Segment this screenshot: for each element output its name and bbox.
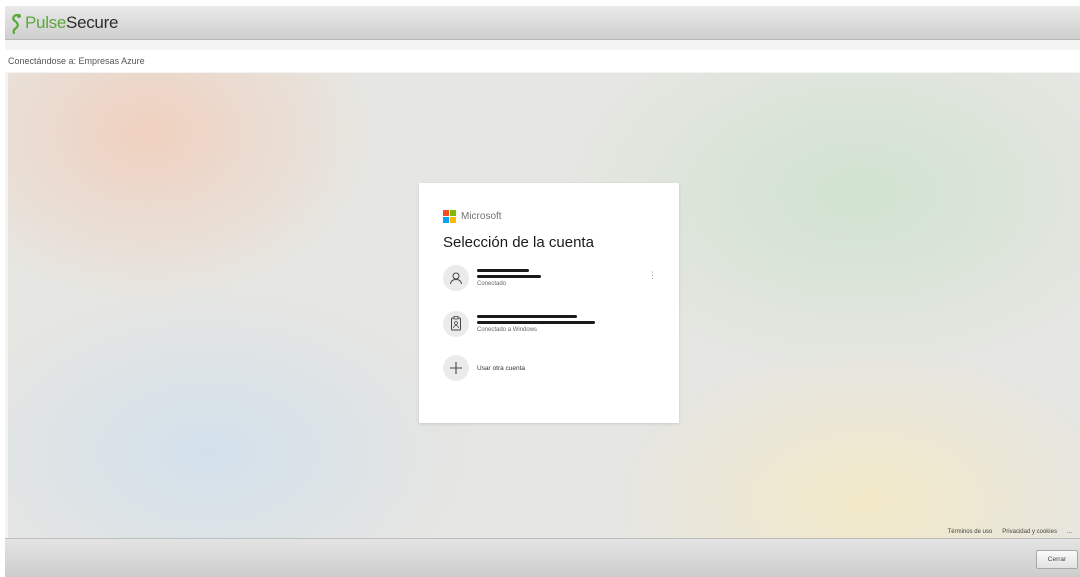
person-icon	[443, 265, 469, 291]
account-status: Conectado	[477, 281, 507, 287]
card-title: Selección de la cuenta	[443, 234, 594, 251]
bottom-bar: Cerrar	[5, 538, 1080, 577]
pulse-logo-icon	[12, 13, 21, 34]
account-picker-card: Microsoft Selección de la cuenta Conecta…	[419, 183, 679, 423]
footer-links: Términos de uso Privacidad y cookies ...	[948, 529, 1072, 535]
pulse-secure-window: PulseSecure Conectándose a: Empresas Azu…	[5, 6, 1080, 577]
use-another-account-label: Usar otra cuenta	[477, 364, 526, 372]
sign-in-stage: Microsoft Selección de la cuenta Conecta…	[8, 73, 1080, 538]
connection-status: Conectándose a: Empresas Azure	[5, 50, 1080, 72]
microsoft-label: Microsoft	[461, 210, 502, 222]
plus-icon	[443, 355, 469, 381]
redacted-email	[477, 321, 595, 324]
account-2-details: Conectado a Windows	[477, 315, 595, 333]
title-bar: PulseSecure	[5, 6, 1080, 40]
close-button[interactable]: Cerrar	[1036, 550, 1078, 569]
use-another-account[interactable]: Usar otra cuenta	[443, 355, 659, 381]
account-tile-1[interactable]: Conectado ⋮	[443, 265, 659, 291]
redacted-email	[477, 275, 541, 278]
microsoft-logo-icon	[443, 209, 456, 223]
app-title-secure: Secure	[66, 12, 119, 32]
work-badge-icon	[443, 311, 469, 337]
app-title: PulseSecure	[25, 13, 118, 33]
app-title-pulse: Pulse	[25, 12, 67, 32]
terms-link[interactable]: Términos de uso	[948, 529, 993, 535]
microsoft-header: Microsoft	[443, 209, 655, 223]
privacy-link[interactable]: Privacidad y cookies	[1002, 529, 1057, 535]
more-options-icon[interactable]: ⋮	[648, 271, 657, 280]
more-footer-link[interactable]: ...	[1067, 529, 1072, 535]
redacted-name	[477, 315, 577, 318]
account-1-details: Conectado	[477, 269, 541, 287]
redacted-name	[477, 269, 529, 272]
account-status: Conectado a Windows	[477, 327, 538, 333]
account-tile-2[interactable]: Conectado a Windows	[443, 311, 659, 337]
